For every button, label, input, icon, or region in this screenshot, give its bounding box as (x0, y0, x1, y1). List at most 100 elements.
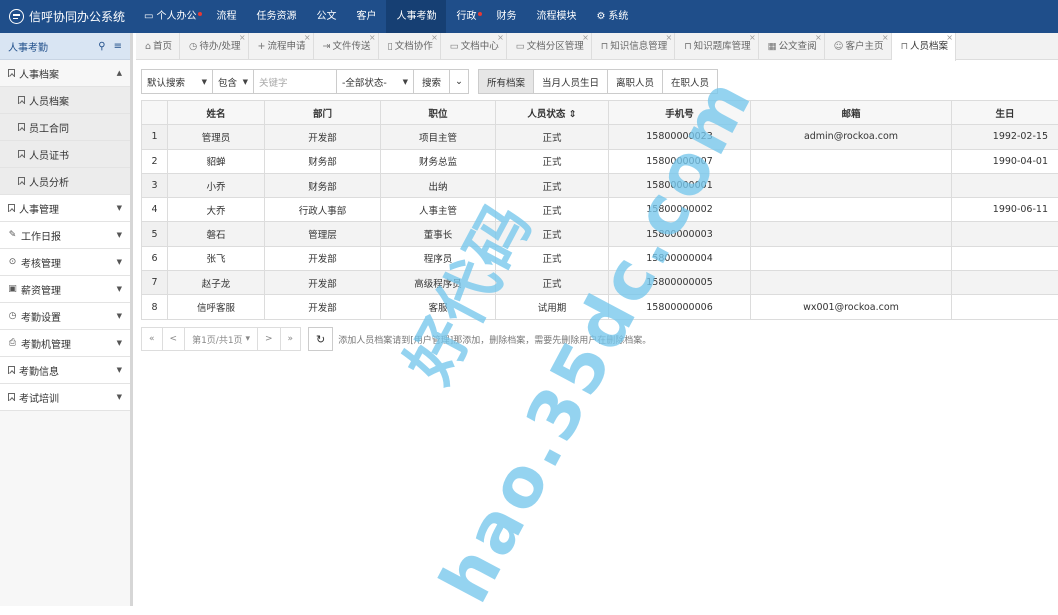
search-button[interactable]: 搜索 (413, 69, 450, 94)
cell-position: 项目主管 (381, 125, 496, 149)
match-mode-select[interactable]: 包含▼ (212, 69, 254, 94)
cell-index: 7 (142, 271, 168, 295)
tab-question-bank[interactable]: ⊓知识题库管理× (675, 33, 758, 60)
sort-icon[interactable]: ⇕ (569, 109, 577, 120)
cell-email: admin@rockoa.com (751, 125, 952, 149)
close-icon[interactable]: × (882, 24, 889, 51)
sidebar-header: 人事考勤 ⚲ ≡ (0, 33, 130, 60)
column-header-status[interactable]: 人员状态 ⇕ (496, 101, 609, 125)
tab-doc-center[interactable]: ▭文档中心× (441, 33, 507, 60)
close-icon[interactable]: × (497, 24, 504, 51)
search-toolbar: 默认搜索▼ 包含▼ 关键字 -全部状态-▼ 搜索 ⌄ 所有档案 当月人员生日 离… (141, 69, 717, 94)
cell-status: 正式 (496, 246, 609, 270)
close-icon[interactable]: × (666, 24, 673, 51)
column-header-email[interactable]: 邮箱 (751, 101, 952, 125)
topnav-documents[interactable]: 公文 (306, 0, 346, 33)
table-row[interactable]: 6张飞开发部程序员正式15800000004 (142, 246, 1058, 270)
clock-icon: ◷ (8, 311, 17, 321)
sidebar-group-attendance-machines[interactable]: ⎙考勤机管理 ▼ (0, 330, 130, 357)
bookmark-icon (8, 393, 15, 401)
prev-page-button[interactable]: < (162, 327, 186, 351)
filter-resigned[interactable]: 离职人员 (607, 69, 663, 94)
sidebar-item-staff-analysis[interactable]: 人员分析 (0, 168, 130, 195)
table-row[interactable]: 8信呼客服开发部客服试用期15800000006wx001@rockoa.com (142, 295, 1058, 319)
column-header-department[interactable]: 部门 (265, 101, 381, 125)
caret-down-icon: ▼ (117, 285, 122, 293)
search-icon[interactable]: ⚲ (98, 41, 105, 52)
tab-todo[interactable]: ◷待办/处理× (180, 33, 249, 60)
close-icon[interactable]: × (582, 24, 589, 51)
last-page-button[interactable]: » (280, 327, 302, 351)
tab-doc-collab[interactable]: ▯文档协作× (379, 33, 441, 60)
topnav-system[interactable]: ⚙系统 (586, 0, 638, 33)
column-header-position[interactable]: 职位 (381, 101, 496, 125)
clock-icon: ◷ (189, 41, 197, 52)
sidebar-item-certificates[interactable]: 人员证书 (0, 141, 130, 168)
tab-flow-apply[interactable]: +流程申请× (249, 33, 314, 60)
keyword-input[interactable]: 关键字 (253, 69, 337, 94)
tab-home[interactable]: ⌂首页 (136, 33, 180, 60)
tab-doc-partition[interactable]: ▭文档分区管理× (507, 33, 592, 60)
topnav-flow-modules[interactable]: 流程模块 (526, 0, 586, 33)
cell-department: 财务部 (265, 149, 381, 173)
tab-customer-home[interactable]: ☺客户主页× (825, 33, 892, 60)
sidebar-group-salary[interactable]: ▣薪资管理 ▼ (0, 276, 130, 303)
sidebar-group-exam-training[interactable]: 考试培训 ▼ (0, 384, 130, 411)
filter-active-staff[interactable]: 在职人员 (662, 69, 718, 94)
topnav-tasks[interactable]: 任务资源 (246, 0, 306, 33)
cell-index: 3 (142, 173, 168, 197)
topnav-personal-office[interactable]: ▭个人办公 (134, 0, 206, 33)
next-page-button[interactable]: > (257, 327, 281, 351)
table-row[interactable]: 7赵子龙开发部高级程序员正式15800000005 (142, 271, 1058, 295)
tab-file-transfer[interactable]: ⇥文件传送× (314, 33, 379, 60)
first-page-button[interactable]: « (141, 327, 163, 351)
sidebar-group-assessment[interactable]: ⊙考核管理 ▼ (0, 249, 130, 276)
sidebar-group-attendance-info[interactable]: 考勤信息 ▼ (0, 357, 130, 384)
filter-all-records[interactable]: 所有档案 (478, 69, 534, 94)
bookmark-icon (18, 177, 25, 185)
close-icon[interactable]: × (815, 24, 822, 51)
close-icon[interactable]: × (369, 24, 376, 51)
close-icon[interactable]: × (749, 24, 756, 51)
cell-name: 大乔 (168, 198, 265, 222)
page-select[interactable]: 第1页/共1页 ▾ (184, 327, 258, 351)
table-row[interactable]: 4大乔行政人事部人事主管正式158000000021990-06-11 (142, 198, 1058, 222)
close-icon[interactable]: × (431, 24, 438, 51)
sidebar-group-hr-management[interactable]: 人事管理 ▼ (0, 195, 130, 222)
search-type-select[interactable]: 默认搜索▼ (141, 69, 213, 94)
cell-department: 行政人事部 (265, 198, 381, 222)
cell-email (751, 173, 952, 197)
column-header-phone[interactable]: 手机号 (609, 101, 751, 125)
cell-birthday (952, 222, 1058, 246)
search-options-dropdown[interactable]: ⌄ (449, 69, 469, 94)
refresh-icon[interactable]: ↻ (308, 327, 333, 351)
close-icon[interactable]: × (946, 24, 953, 51)
sidebar-item-staff-records[interactable]: 人员档案 (0, 87, 130, 114)
table-row[interactable]: 2貂蝉财务部财务总监正式158000000071990-04-01 (142, 149, 1058, 173)
status-filter-select[interactable]: -全部状态-▼ (336, 69, 414, 94)
column-header-name[interactable]: 姓名 (168, 101, 265, 125)
cell-status: 正式 (496, 149, 609, 173)
topnav-customers[interactable]: 客户 (346, 0, 386, 33)
topnav-finance[interactable]: 财务 (486, 0, 526, 33)
sidebar-item-contracts[interactable]: 员工合同 (0, 114, 130, 141)
tab-staff-records[interactable]: ⊓人员档案× (892, 33, 956, 61)
sidebar-group-daily-report[interactable]: ✎工作日报 ▼ (0, 222, 130, 249)
close-icon[interactable]: × (304, 24, 311, 51)
tab-official-docs[interactable]: ▦公文查阅× (759, 33, 825, 60)
tab-knowledge-info[interactable]: ⊓知识信息管理× (592, 33, 675, 60)
table-row[interactable]: 1管理员开发部项目主管正式15800000023admin@rockoa.com… (142, 125, 1058, 149)
brand[interactable]: 信呼协同办公系统 (0, 0, 134, 33)
sidebar-group-attendance-settings[interactable]: ◷考勤设置 ▼ (0, 303, 130, 330)
print-icon: ⎙ (8, 338, 17, 348)
sidebar-group-hr-records[interactable]: 人事档案 ▲ (0, 60, 130, 87)
topnav-administration[interactable]: 行政 (446, 0, 486, 33)
table-row[interactable]: 3小乔财务部出纳正式15800000001 (142, 173, 1058, 197)
menu-icon[interactable]: ≡ (114, 41, 122, 52)
close-icon[interactable]: × (239, 24, 246, 51)
table-row[interactable]: 5磐石管理层董事长正式15800000003 (142, 222, 1058, 246)
column-header-birthday[interactable]: 生日 (952, 101, 1058, 125)
filter-birthday-this-month[interactable]: 当月人员生日 (533, 69, 608, 94)
cell-phone: 15800000001 (609, 173, 751, 197)
cell-index: 4 (142, 198, 168, 222)
